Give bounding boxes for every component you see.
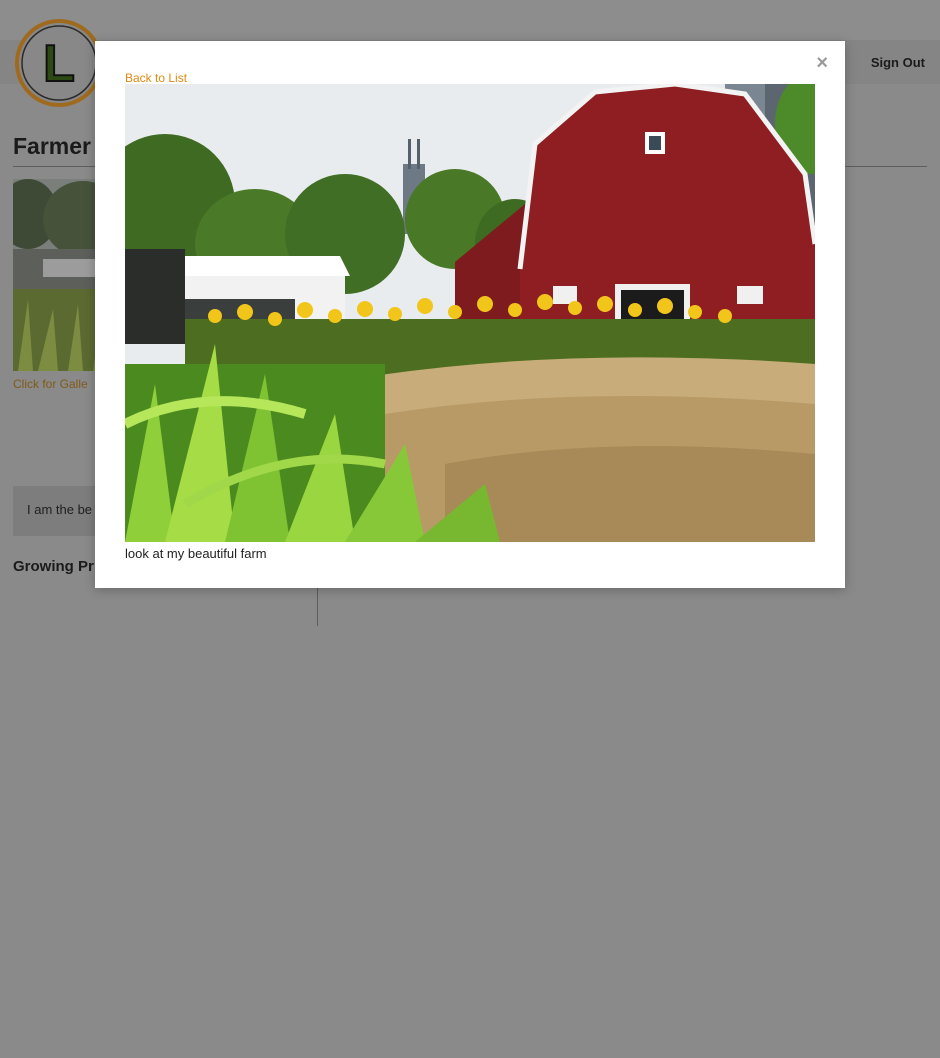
growing-practices-heading: Growing Pr (13, 558, 94, 575)
back-to-list-link[interactable]: Back to List (125, 71, 187, 85)
sign-out-link[interactable]: Sign Out (871, 55, 925, 70)
gallery-link[interactable]: Click for Galle (13, 377, 88, 391)
top-bar (0, 0, 940, 40)
gallery-modal: × Back to List look at my beautiful farm (95, 41, 845, 588)
logo-letter: L (43, 35, 75, 93)
site-logo[interactable]: L (15, 19, 103, 107)
farm-photo (125, 84, 815, 542)
close-icon[interactable]: × (816, 53, 828, 73)
bio-text: I am the be (27, 502, 93, 517)
profile-photo[interactable] (13, 179, 108, 371)
page-title: Farmer (13, 133, 91, 159)
photo-caption: look at my beautiful farm (125, 546, 267, 561)
